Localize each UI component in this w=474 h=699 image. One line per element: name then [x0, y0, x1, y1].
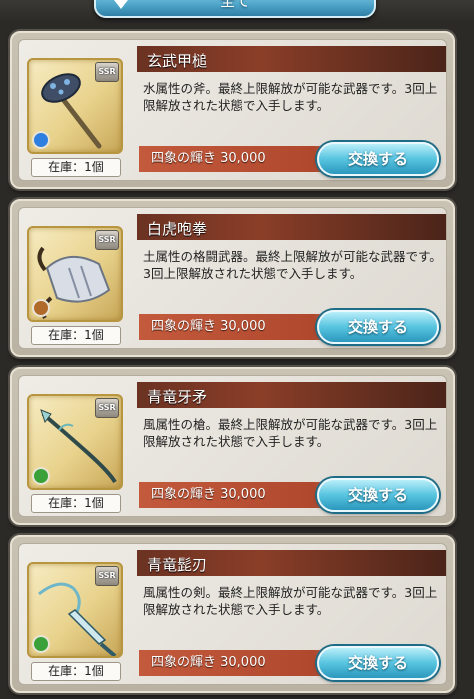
- item-card: 白虎咆拳 SSR 在庫：1個 土属性の格闘武器。最終上限解放が可能な武器です。3…: [10, 199, 455, 357]
- item-panel: 白虎咆拳 SSR 在庫：1個 土属性の格闘武器。最終上限解放が可能な武器です。3…: [18, 207, 447, 349]
- rarity-badge: SSR: [95, 62, 119, 82]
- item-description: 風属性の槍。最終上限解放が可能な武器です。3回上限解放された状態で入手します。: [143, 417, 438, 449]
- item-card: 青竜牙矛 SSR 在庫：1個 風属性の槍。最終上限解放が可能な武器です。3回上限…: [10, 367, 455, 525]
- item-name-bar: 青竜髭刃: [137, 550, 446, 576]
- stock-count: 在庫：1個: [31, 326, 121, 345]
- stock-count: 在庫：1個: [31, 494, 121, 513]
- water-element-icon: [32, 131, 50, 149]
- weapon-thumbnail[interactable]: SSR: [27, 58, 123, 154]
- stock-count: 在庫：1個: [31, 158, 121, 177]
- filter-dropdown[interactable]: 全て: [94, 0, 376, 18]
- item-description: 水属性の斧。最終上限解放が可能な武器です。3回上限解放された状態で入手します。: [143, 81, 438, 113]
- weapon-thumbnail[interactable]: SSR: [27, 394, 123, 490]
- item-name: 玄武甲槌: [147, 52, 208, 70]
- cost-text: 四象の輝き 30,000: [151, 151, 266, 166]
- item-description: 風属性の剣。最終上限解放が可能な武器です。3回上限解放された状態で入手します。: [143, 585, 438, 617]
- item-card: 青竜髭刃 SSR 在庫：1個 風属性の剣。最終上限解放が可能な武器です。3回上限…: [10, 535, 455, 693]
- exchange-button[interactable]: 交換する: [317, 310, 439, 344]
- rarity-badge: SSR: [95, 566, 119, 586]
- cost-text: 四象の輝き 30,000: [151, 319, 266, 334]
- item-name: 青竜牙矛: [147, 388, 208, 406]
- rarity-badge: SSR: [95, 230, 119, 250]
- exchange-button[interactable]: 交換する: [317, 478, 439, 512]
- item-card: 玄武甲槌 SSR 在庫：1個 水属性の斧。最終上限解放が可能な武器です。3回上限…: [10, 31, 455, 189]
- weapon-thumbnail[interactable]: SSR: [27, 226, 123, 322]
- item-panel: 青竜髭刃 SSR 在庫：1個 風属性の剣。最終上限解放が可能な武器です。3回上限…: [18, 543, 447, 685]
- item-name: 白虎咆拳: [147, 220, 208, 238]
- exchange-button[interactable]: 交換する: [317, 142, 439, 176]
- filter-label: 全て: [219, 0, 250, 10]
- cost-text: 四象の輝き 30,000: [151, 487, 266, 502]
- item-panel: 玄武甲槌 SSR 在庫：1個 水属性の斧。最終上限解放が可能な武器です。3回上限…: [18, 39, 447, 181]
- item-panel: 青竜牙矛 SSR 在庫：1個 風属性の槍。最終上限解放が可能な武器です。3回上限…: [18, 375, 447, 517]
- item-name-bar: 白虎咆拳: [137, 214, 446, 240]
- rarity-badge: SSR: [95, 398, 119, 418]
- weapon-thumbnail[interactable]: SSR: [27, 562, 123, 658]
- cost-text: 四象の輝き 30,000: [151, 655, 266, 670]
- item-name-bar: 青竜牙矛: [137, 382, 446, 408]
- item-name-bar: 玄武甲槌: [137, 46, 446, 72]
- item-name: 青竜髭刃: [147, 556, 208, 574]
- exchange-button[interactable]: 交換する: [317, 646, 439, 680]
- item-description: 土属性の格闘武器。最終上限解放が可能な武器です。3回上限解放された状態で入手しま…: [143, 249, 442, 281]
- earth-element-icon: [32, 299, 50, 317]
- stock-count: 在庫：1個: [31, 662, 121, 681]
- wind-element-icon: [32, 467, 50, 485]
- wind-element-icon: [32, 635, 50, 653]
